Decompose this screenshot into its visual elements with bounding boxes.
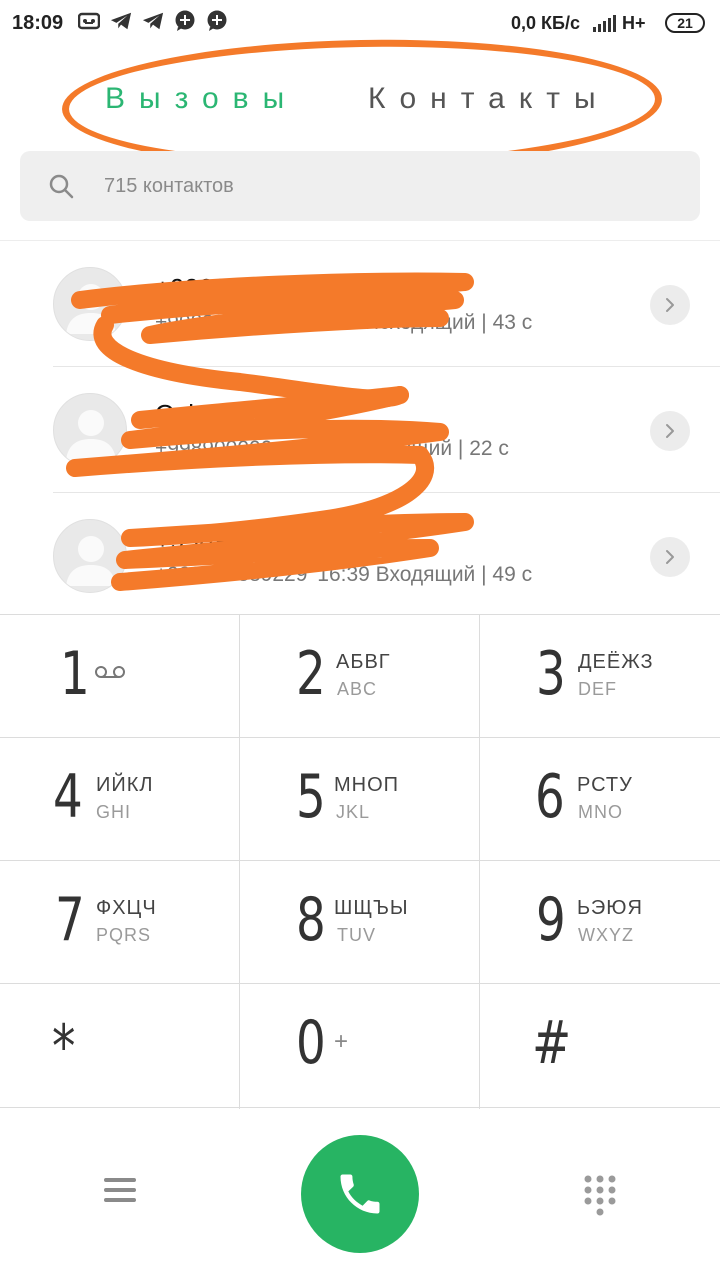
key-letters-ru: ЬЭЮЯ [577, 897, 643, 919]
voicemail-icon [94, 665, 126, 684]
status-bar: 18:09 0,0 КБ/с H+ 21 [0, 0, 720, 48]
key-letters-en: MNO [578, 802, 623, 822]
avatar [53, 519, 127, 593]
chevron-right-icon[interactable] [650, 411, 690, 451]
key-star[interactable]: * [0, 984, 240, 1109]
call-duration: 49 с [492, 563, 533, 586]
key-2[interactable]: 2 АБВГ ABC [240, 615, 480, 738]
key-digit: 5 [296, 762, 326, 832]
caller-name: Oyi [155, 399, 194, 429]
key-letters-ru: ИЙКЛ [96, 774, 154, 796]
key-letters-en: WXYZ [578, 925, 634, 945]
notification-icons [78, 10, 228, 32]
key-digit: 1 [60, 639, 90, 709]
key-letters-en: TUV [337, 925, 376, 945]
avatar [53, 393, 127, 467]
call-time: 16:46 [282, 437, 335, 460]
caller-name: +99899 [155, 525, 243, 555]
key-5[interactable]: 5 МНОП JKL [240, 738, 480, 861]
key-0[interactable]: 0 + [240, 984, 480, 1109]
chat-plus-icon [174, 10, 196, 32]
telegram-icon [142, 10, 164, 32]
call-number: +99890049577 [155, 311, 296, 334]
call-direction: Исходящий [340, 437, 453, 460]
key-digit: 2 [296, 639, 326, 709]
key-4[interactable]: 4 ИЙКЛ GHI [0, 738, 240, 861]
key-8[interactable]: 8 ШЩЪЫ TUV [240, 861, 480, 984]
dial-keypad: 1 2 АБВГ ABC 3 ДЕЁЖЗ DEF 4 ИЙКЛ GHI 5 МН… [0, 614, 720, 1109]
call-direction: Исходящий [364, 311, 476, 334]
phone-icon [340, 1174, 380, 1214]
call-number: +998998889229 [155, 563, 308, 586]
call-row[interactable]: +99890049577 +99890049577 16:54 Исходящи… [0, 241, 720, 367]
key-1[interactable]: 1 [0, 615, 240, 738]
tab-bar: Вызовы Контакты [0, 70, 720, 132]
avatar [53, 267, 127, 341]
network-type: H+ [622, 13, 646, 33]
signal-icon [592, 13, 618, 38]
dialpad-icon[interactable] [582, 1174, 618, 1218]
call-direction: Входящий [375, 563, 476, 586]
key-letters-ru: РСТУ [577, 774, 633, 796]
key-7[interactable]: 7 ФХЦЧ PQRS [0, 861, 240, 984]
network-speed: 0,0 КБ/с [511, 13, 580, 33]
chat-plus-icon [206, 10, 228, 32]
call-meta: +998998889229 16:39 Входящий | 49 с [155, 563, 533, 586]
call-row[interactable]: +99899 +998998889229 16:39 Входящий | 49… [0, 493, 720, 619]
call-button[interactable] [301, 1135, 419, 1253]
call-number: +998900000 [155, 437, 273, 460]
key-digit: 0 [296, 1008, 326, 1078]
call-duration: 43 с [492, 311, 533, 334]
key-digit: * [52, 1012, 76, 1082]
key-letters-ru: МНОП [334, 774, 400, 796]
key-hash[interactable]: # [480, 984, 720, 1109]
menu-icon[interactable] [98, 1172, 142, 1212]
search-icon [48, 173, 74, 204]
key-letters-en: ABC [337, 679, 378, 699]
search-input[interactable] [102, 165, 666, 207]
call-row[interactable]: Oyi +998900000 16:46 Исходящий | 22 с [0, 367, 720, 493]
video-icon [78, 10, 100, 32]
key-9[interactable]: 9 ЬЭЮЯ WXYZ [480, 861, 720, 984]
key-letters-ru: ДЕЁЖЗ [578, 651, 654, 673]
key-letters-ru: ФХЦЧ [96, 897, 157, 919]
key-letters-ru: ШЩЪЫ [334, 897, 409, 919]
key-digit: 8 [296, 885, 326, 955]
status-time: 18:09 [12, 12, 64, 34]
key-digit: 4 [53, 762, 83, 832]
key-letters-en: JKL [336, 802, 371, 822]
recent-calls-list: +99890049577 +99890049577 16:54 Исходящи… [0, 241, 720, 613]
call-meta: +998900000 16:46 Исходящий | 22 с [155, 437, 509, 460]
battery-indicator: 21 [665, 13, 705, 33]
key-letters-ru: АБВГ [336, 651, 391, 673]
call-time: 16:39 [317, 563, 370, 586]
chevron-right-icon[interactable] [650, 285, 690, 325]
bottom-bar [0, 1108, 720, 1280]
key-digit: 9 [536, 885, 566, 955]
caller-name: +99890049577 [155, 273, 330, 303]
key-3[interactable]: 3 ДЕЁЖЗ DEF [480, 615, 720, 738]
key-letters-en: PQRS [96, 925, 152, 945]
key-letters-en: DEF [578, 679, 617, 699]
call-time: 16:54 [305, 311, 359, 334]
call-meta: +99890049577 16:54 Исходящий | 43 с [155, 311, 533, 334]
key-plus: + [334, 1028, 349, 1055]
key-6[interactable]: 6 РСТУ MNO [480, 738, 720, 861]
chevron-right-icon[interactable] [650, 537, 690, 577]
key-digit: 3 [536, 639, 566, 709]
call-duration: 22 с [469, 437, 509, 460]
tab-calls[interactable]: Вызовы [105, 82, 298, 116]
search-bar[interactable] [20, 151, 700, 221]
key-digit: 7 [55, 885, 85, 955]
key-digit: 6 [535, 762, 565, 832]
telegram-icon [110, 10, 132, 32]
key-letters-en: GHI [96, 802, 132, 822]
key-digit: # [532, 1008, 572, 1078]
tab-contacts[interactable]: Контакты [368, 82, 610, 116]
